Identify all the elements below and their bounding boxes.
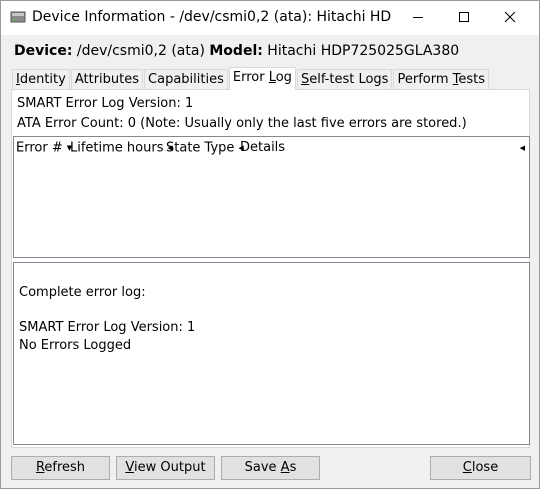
error-log-version: SMART Error Log Version: 1 bbox=[17, 96, 194, 111]
tab-bar: Identity Attributes Capabilities Error L… bbox=[12, 67, 490, 90]
column-state-type[interactable]: State Type ◀ bbox=[164, 137, 244, 159]
save-as-button[interactable]: Save As bbox=[221, 456, 320, 480]
close-window-button[interactable] bbox=[487, 1, 533, 33]
refresh-button[interactable]: Refresh bbox=[11, 456, 110, 480]
view-output-button[interactable]: View Output bbox=[116, 456, 215, 480]
tab-attributes[interactable]: Attributes bbox=[70, 69, 144, 90]
complete-error-log-text[interactable]: Complete error log: SMART Error Log Vers… bbox=[13, 262, 530, 445]
tab-error-log[interactable]: Error Log bbox=[228, 67, 296, 90]
window-title: Device Information - /dev/csmi0,2 (ata):… bbox=[32, 9, 392, 25]
device-information-window: Device Information - /dev/csmi0,2 (ata):… bbox=[0, 0, 540, 489]
tab-capabilities[interactable]: Capabilities bbox=[144, 69, 228, 90]
close-button[interactable]: Close bbox=[430, 456, 531, 480]
maximize-icon bbox=[459, 12, 469, 22]
tab-self-test-logs[interactable]: Self-test Logs bbox=[296, 69, 393, 90]
column-error-number[interactable]: Error # ▼ bbox=[14, 137, 72, 159]
minimize-button[interactable] bbox=[395, 1, 441, 33]
error-list[interactable]: Error # ▼ Lifetime hours ◀ State Type ◀ Det… bbox=[13, 136, 530, 258]
device-label: Device: bbox=[14, 43, 73, 59]
column-lifetime-hours[interactable]: Lifetime hours ◀ bbox=[68, 137, 173, 159]
minimize-icon bbox=[413, 17, 423, 18]
log-line: Complete error log: bbox=[19, 285, 146, 300]
error-list-header: Error # ▼ Lifetime hours ◀ State Type ◀ Det… bbox=[14, 137, 529, 159]
tab-perform-tests[interactable]: Perform Tests bbox=[393, 69, 490, 90]
scroll-left-icon[interactable]: ◀ bbox=[520, 144, 525, 152]
ata-error-count: ATA Error Count: 0 (Note: Usually only t… bbox=[17, 116, 467, 131]
log-line: SMART Error Log Version: 1 bbox=[19, 320, 196, 335]
model-value: Hitachi HDP725025GLA380 bbox=[267, 43, 460, 59]
device-value: /dev/csmi0,2 (ata) bbox=[76, 43, 205, 59]
tab-identity[interactable]: Identity bbox=[12, 69, 70, 90]
title-bar[interactable]: Device Information - /dev/csmi0,2 (ata):… bbox=[1, 1, 539, 35]
log-line: No Errors Logged bbox=[19, 338, 132, 353]
model-label: Model: bbox=[209, 43, 263, 59]
error-log-panel: SMART Error Log Version: 1 ATA Error Cou… bbox=[11, 89, 530, 448]
column-details[interactable]: Details bbox=[238, 137, 320, 159]
device-summary: Device: /dev/csmi0,2 (ata) Model: Hitach… bbox=[14, 43, 459, 59]
maximize-button[interactable] bbox=[441, 1, 487, 33]
drive-icon bbox=[10, 10, 26, 24]
close-icon bbox=[504, 11, 516, 23]
